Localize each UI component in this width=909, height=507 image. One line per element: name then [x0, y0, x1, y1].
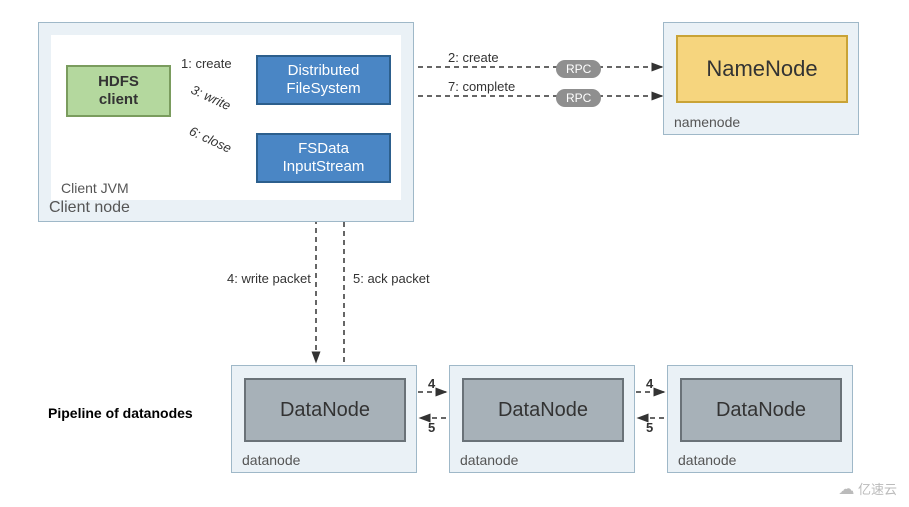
datanode-box-1: DataNode [244, 378, 406, 442]
datanode-container-label: datanode [678, 452, 736, 468]
label-7-complete: 7: complete [448, 79, 515, 94]
datanode-label: DataNode [280, 399, 370, 422]
client-node-label: Client node [49, 199, 130, 217]
dist-fs-label: Distributed FileSystem [286, 62, 360, 98]
namenode-container: NameNode namenode [663, 22, 859, 135]
fsdata-label: FSData InputStream [283, 140, 365, 176]
namenode-box: NameNode [676, 35, 848, 103]
watermark: ☁ 亿速云 [838, 479, 897, 499]
label-5a: 5 [428, 420, 435, 435]
label-2-create: 2: create [448, 50, 499, 65]
label-5-ack-packet: 5: ack packet [353, 271, 430, 286]
label-4a: 4 [428, 376, 435, 391]
datanode-label: DataNode [498, 399, 588, 422]
pipeline-label: Pipeline of datanodes [48, 405, 193, 421]
label-1-create: 1: create [181, 56, 232, 71]
client-node-container: HDFS client Distributed FileSystem FSDat… [38, 22, 414, 222]
hdfs-client-label: HDFS client [98, 73, 139, 109]
datanode-label: DataNode [716, 399, 806, 422]
hdfs-client-box: HDFS client [66, 65, 171, 117]
fsdata-inputstream-box: FSData InputStream [256, 133, 391, 183]
label-5b: 5 [646, 420, 653, 435]
datanode-container-2: DataNode datanode [449, 365, 635, 473]
datanode-container-label: datanode [460, 452, 518, 468]
datanode-box-2: DataNode [462, 378, 624, 442]
rpc-badge-1: RPC [556, 60, 601, 78]
datanode-container-3: DataNode datanode [667, 365, 853, 473]
watermark-text: 亿速云 [858, 482, 897, 497]
namenode-container-label: namenode [674, 114, 740, 130]
label-4-write-packet: 4: write packet [227, 271, 311, 286]
rpc-badge-2: RPC [556, 89, 601, 107]
datanode-container-1: DataNode datanode [231, 365, 417, 473]
datanode-box-3: DataNode [680, 378, 842, 442]
distributed-filesystem-box: Distributed FileSystem [256, 55, 391, 105]
client-jvm-label: Client JVM [61, 180, 129, 196]
namenode-label: NameNode [706, 56, 817, 82]
datanode-container-label: datanode [242, 452, 300, 468]
label-4b: 4 [646, 376, 653, 391]
